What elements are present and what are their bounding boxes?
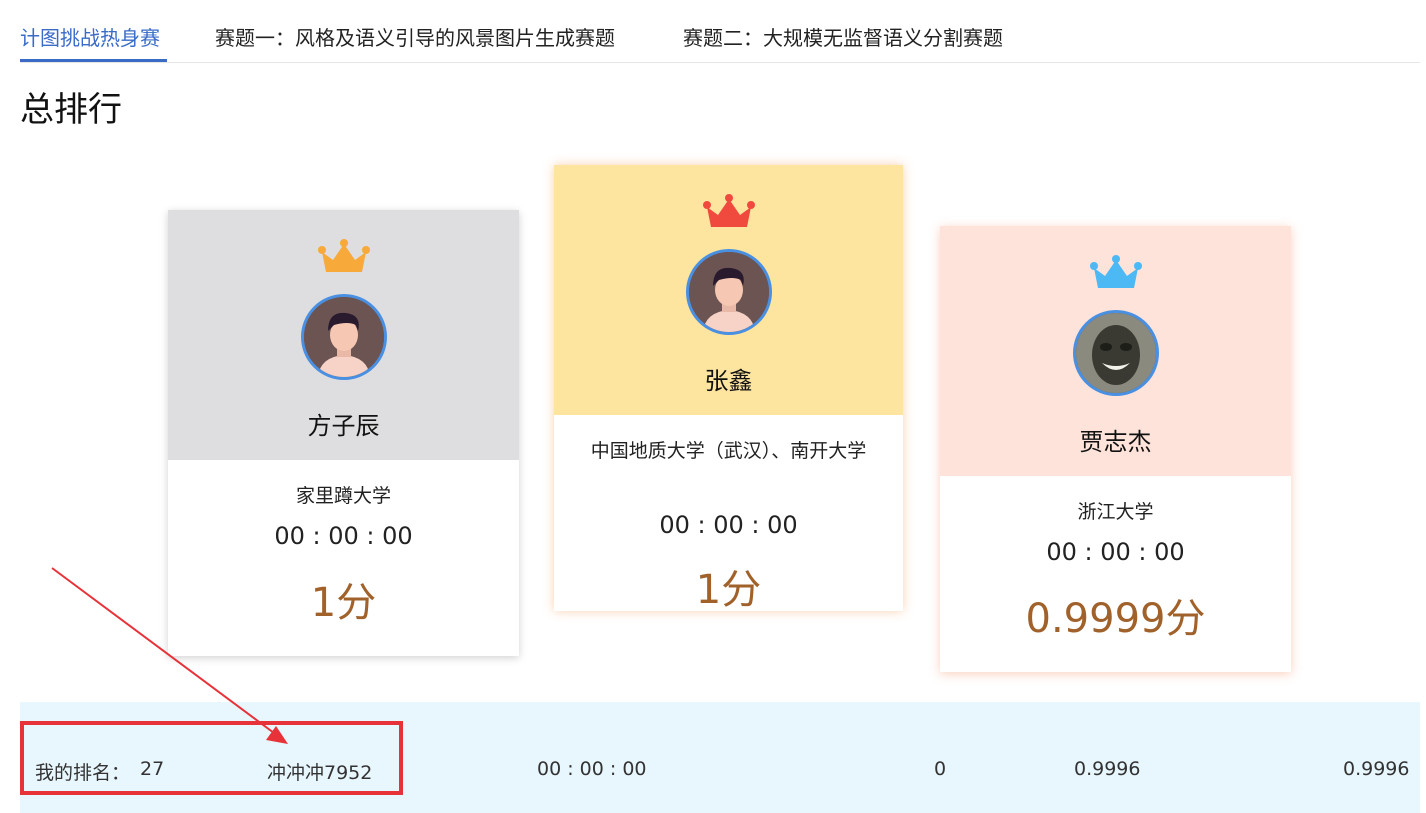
podium-card-first: 张鑫 中国地质大学（武汉）、南开大学 00 : 00 : 00 1分 [554,165,903,613]
photo-avatar-icon [1072,310,1159,396]
contestant-score: 1分 [310,580,377,626]
podium-card-second: 方子辰 家里蹲大学 00 : 00 : 00 1分 [168,210,519,656]
podium-card-body: 浙江大学 00 : 00 : 00 0.9999分 [940,476,1291,672]
contestant-score: 1分 [695,567,762,613]
my-rank-time: 00 : 00 : 00 [537,758,647,780]
tab-task-two[interactable]: 赛题二：大规模无监督语义分割赛题 [683,22,1003,51]
contestant-school: 中国地质大学（武汉）、南开大学 [590,440,867,462]
contestant-time: 00 : 00 : 00 [274,522,413,550]
podium-card-body: 中国地质大学（武汉）、南开大学 00 : 00 : 00 1分 [554,415,903,613]
contestant-school: 家里蹲大学 [295,485,391,507]
contestant-name: 贾志杰 [1079,428,1152,456]
podium-card-header: 贾志杰 [940,226,1291,476]
my-rank-col-b: 0.9996 [1074,758,1141,780]
active-tab-indicator [20,59,167,62]
podium-card-body: 家里蹲大学 00 : 00 : 00 1分 [168,460,519,656]
contestant-time: 00 : 00 : 00 [1046,538,1185,566]
tab-task-one[interactable]: 赛题一：风格及语义引导的风景图片生成赛题 [215,22,615,51]
tab-jittor-warmup[interactable]: 计图挑战热身赛 [20,22,160,51]
male-avatar-icon [300,294,387,380]
crown-icon [1089,255,1142,288]
podium-card-third: 贾志杰 浙江大学 00 : 00 : 00 0.9999分 [940,226,1291,672]
contestant-score: 0.9999分 [1025,596,1206,642]
contestant-name: 张鑫 [704,367,753,395]
annotation-highlight-box [20,721,403,795]
male-avatar-icon [685,249,772,335]
contestant-time: 00 : 00 : 00 [659,511,798,539]
page-title: 总排行 [20,90,122,130]
crown-icon [702,194,755,227]
my-rank-col-a: 0 [934,758,947,780]
contestant-name: 方子辰 [307,412,380,440]
podium-card-header: 方子辰 [168,210,519,460]
crown-icon [317,239,370,272]
podium-card-header: 张鑫 [554,165,903,415]
contestant-school: 浙江大学 [1077,501,1154,523]
my-rank-col-c: 0.9996 [1343,758,1410,780]
tab-bar: 计图挑战热身赛 赛题一：风格及语义引导的风景图片生成赛题 赛题二：大规模无监督语… [20,0,1420,63]
